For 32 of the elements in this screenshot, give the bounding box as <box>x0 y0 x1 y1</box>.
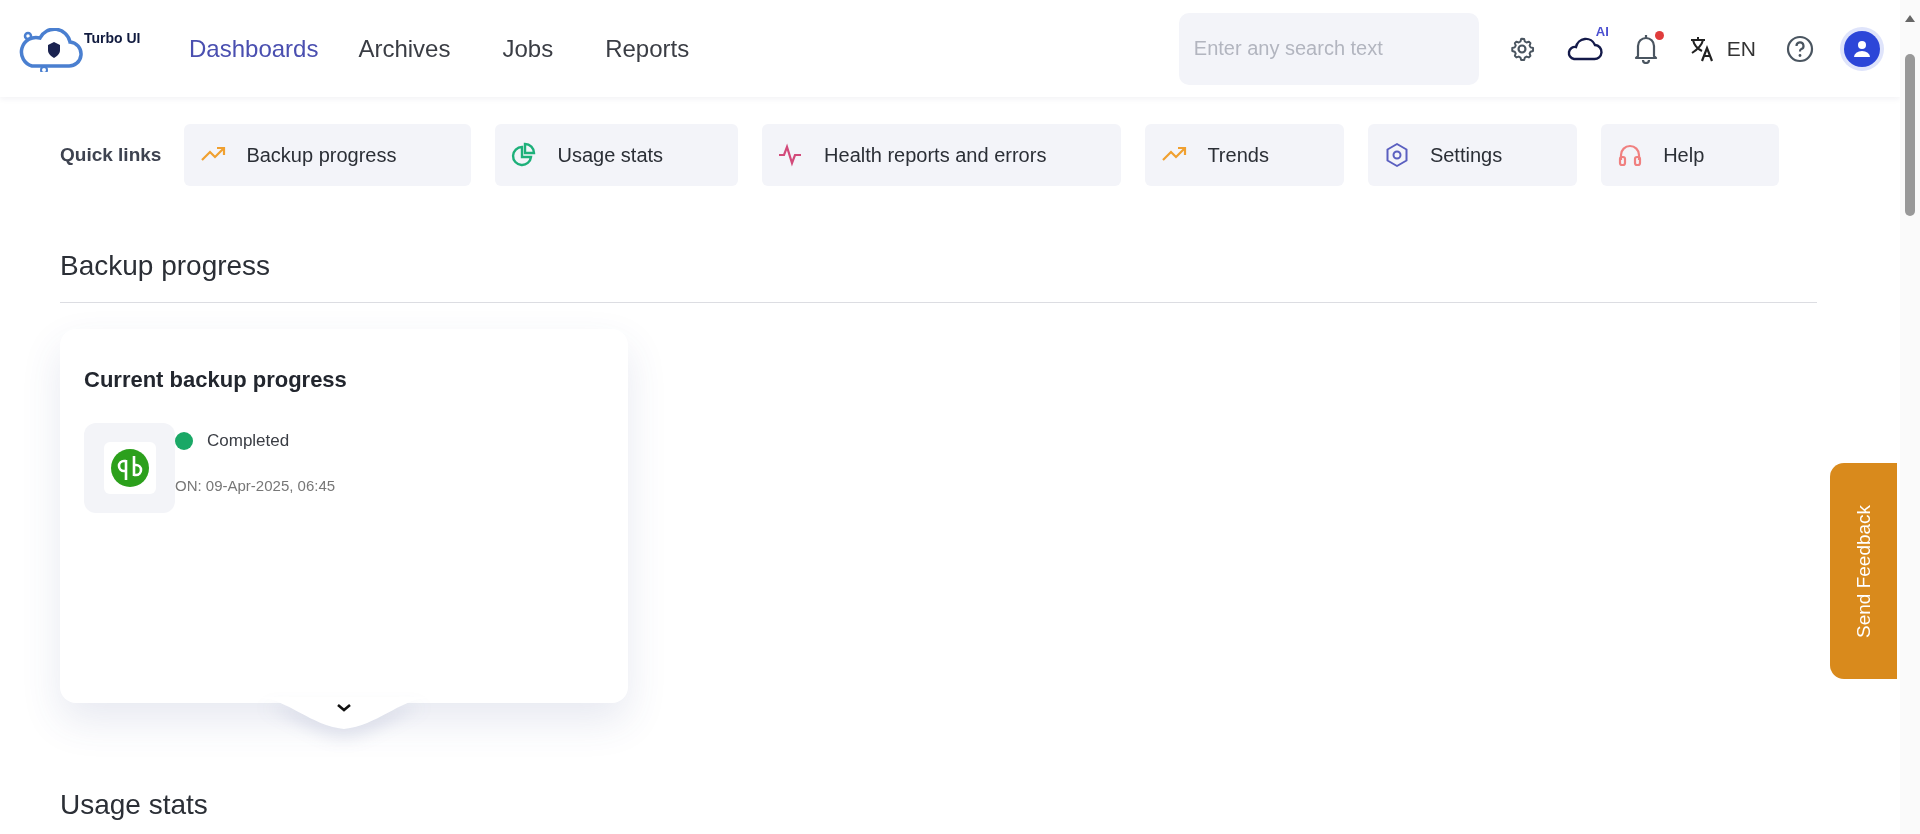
quick-link[interactable]: Backup progress <box>184 124 472 186</box>
pie-chart-icon <box>511 142 538 168</box>
nav-tab[interactable]: Dashboards <box>189 30 319 67</box>
brand-name: Turbo UI <box>84 29 141 46</box>
help-icon[interactable] <box>1786 34 1814 63</box>
nav-tab[interactable]: Jobs <box>502 30 554 67</box>
quick-link[interactable]: Trends <box>1145 124 1344 186</box>
timestamp: ON: 09-Apr-2025, 06:45 <box>175 477 336 494</box>
settings-icon[interactable] <box>1508 35 1535 62</box>
avatar[interactable] <box>1844 30 1880 67</box>
cloud-logo-icon[interactable] <box>18 27 84 72</box>
app-logo-icon <box>109 448 150 488</box>
quick-link[interactable]: Health reports and errors <box>762 124 1122 186</box>
card-title: Current backup progress <box>84 367 348 393</box>
scrollbar[interactable] <box>1900 0 1920 834</box>
chevron-down-icon <box>337 704 351 712</box>
headphones-icon <box>1617 142 1644 168</box>
quick-link[interactable]: Help <box>1601 124 1780 186</box>
search-field[interactable]: Enter any search text <box>1178 12 1479 85</box>
ai-label: AI <box>1595 23 1609 39</box>
quick-link[interactable]: Usage stats <box>495 124 739 186</box>
scroll-up-arrow-icon[interactable] <box>1905 14 1915 22</box>
quick-links-label: Quick links <box>60 144 162 166</box>
language-label[interactable]: EN <box>1726 36 1756 61</box>
bell-icon[interactable] <box>1632 33 1659 64</box>
section-heading: Usage stats <box>60 788 209 822</box>
section-heading: Backup progress <box>60 186 1817 303</box>
scrollbar-thumb[interactable] <box>1905 54 1915 216</box>
quick-link[interactable]: Settings <box>1367 124 1578 186</box>
nav-tab[interactable]: Reports <box>605 30 690 67</box>
status-label: Completed <box>207 431 290 451</box>
nav-tab[interactable]: Archives <box>358 30 451 67</box>
